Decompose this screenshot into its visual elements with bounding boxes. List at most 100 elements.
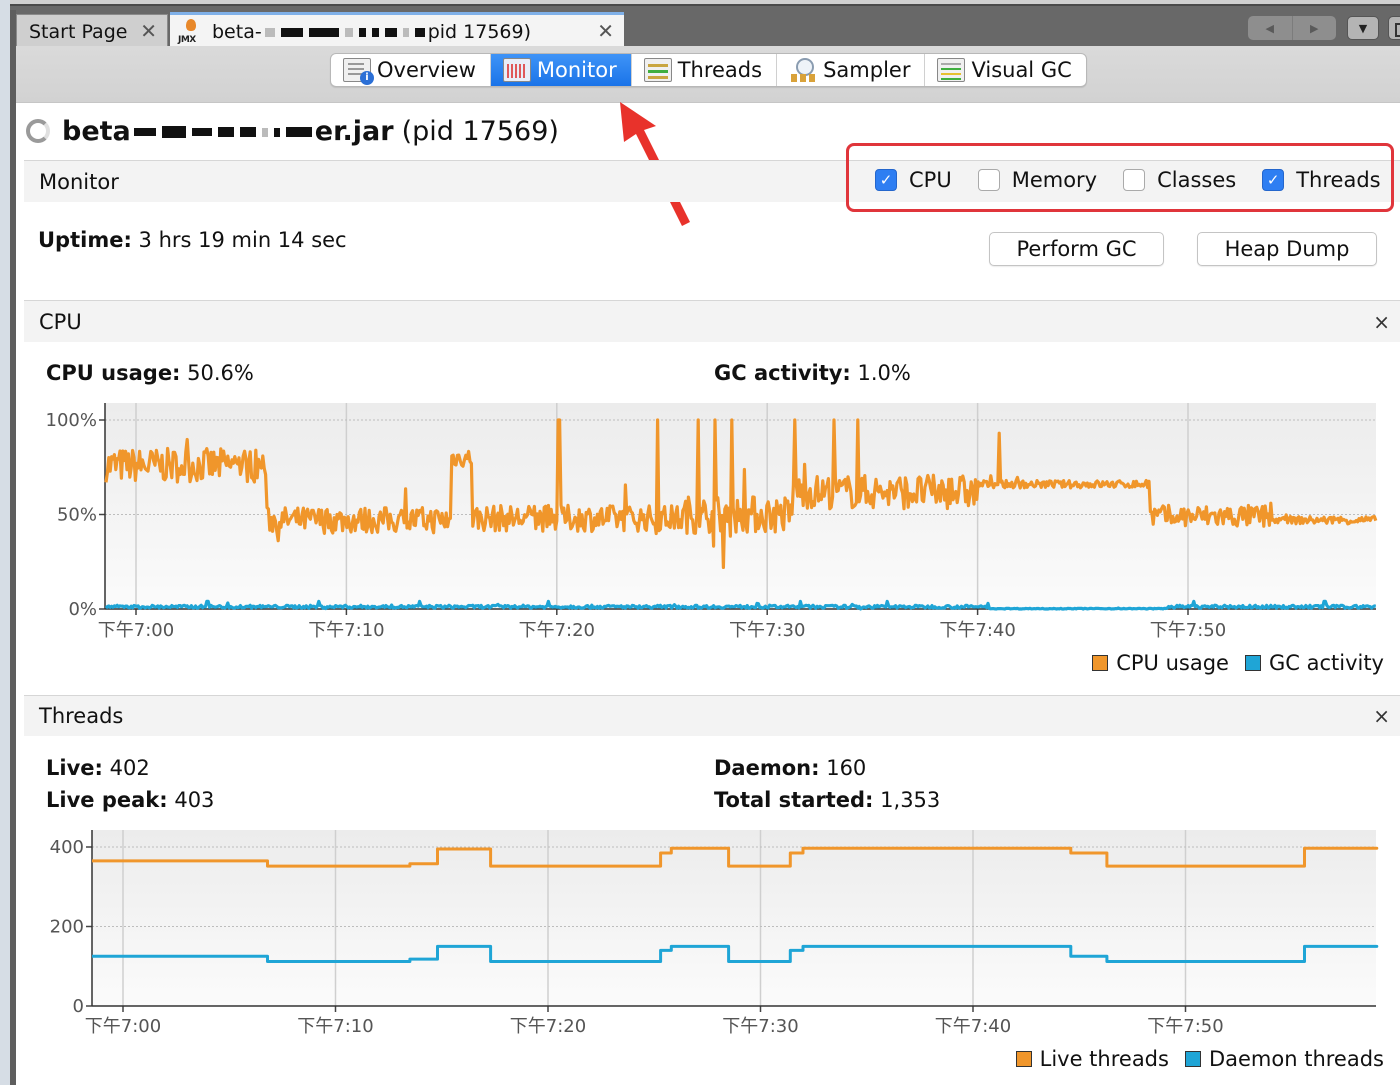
legend-item-cpu-usage: CPU usage xyxy=(1092,651,1229,675)
window-left-border xyxy=(10,10,16,1085)
legend-item-gc-activity: GC activity xyxy=(1244,651,1384,675)
checkbox-checked-icon[interactable]: ✓ xyxy=(1262,169,1285,191)
plot-area xyxy=(105,403,1376,609)
legend-label: Live threads xyxy=(1039,1047,1169,1071)
cpu-usage-stat: CPU usage: 50.6% xyxy=(46,361,254,385)
section-title: Monitor xyxy=(39,169,119,194)
monitor-icon xyxy=(502,58,531,82)
scroll-left-icon[interactable]: ◀ xyxy=(1248,16,1293,40)
view-tab-monitor[interactable]: Monitor xyxy=(490,54,632,86)
checkbox-unchecked-icon[interactable] xyxy=(1123,169,1146,191)
stat-value: 1.0% xyxy=(857,361,911,385)
tab-list-dropdown-icon[interactable]: ▼ xyxy=(1347,16,1379,40)
view-tab-label: Monitor xyxy=(536,58,617,82)
tab-label-suffix: pid 17569) xyxy=(427,20,531,43)
threads-chart-legend: Live threads Daemon threads xyxy=(1000,1047,1384,1071)
checkbox-memory[interactable]: Memory xyxy=(977,168,1098,192)
checkbox-label: Memory xyxy=(1011,168,1098,192)
scroll-right-icon[interactable]: ▶ xyxy=(1293,16,1337,40)
checkbox-unchecked-icon[interactable] xyxy=(977,169,1000,191)
legend-label: CPU usage xyxy=(1116,651,1229,675)
series-line-live-threads xyxy=(92,846,1379,868)
view-tab-label: Threads xyxy=(677,58,763,82)
threads-section-header: Threads × xyxy=(24,695,1400,736)
jmx-application-icon: JMX xyxy=(178,18,204,45)
x-tick-label: 下午7:20 xyxy=(519,620,595,641)
live-threads-stat: Live: 402 xyxy=(46,756,150,780)
legend-swatch xyxy=(1015,1051,1032,1067)
series-line-daemon-threads xyxy=(92,944,1379,963)
uptime-label: Uptime: xyxy=(38,228,132,252)
checkbox-label: Classes xyxy=(1157,168,1237,192)
section-title: CPU xyxy=(39,309,82,334)
view-tab-label: Sampler xyxy=(823,58,911,82)
x-tick-label: 下午7:00 xyxy=(98,620,174,641)
x-tick-label: 下午7:30 xyxy=(729,620,805,641)
total-started-stat: Total started: 1,353 xyxy=(714,788,940,812)
y-tick-label: 400 xyxy=(50,837,84,858)
cpu-section-header: CPU × xyxy=(24,300,1400,342)
checkbox-label: CPU xyxy=(909,168,952,192)
close-threads-section-icon[interactable]: × xyxy=(1373,704,1390,728)
stat-label: GC activity: xyxy=(714,361,851,385)
view-tab-visual-gc[interactable]: Visual GC xyxy=(925,54,1085,86)
perform-gc-button[interactable]: Perform GC xyxy=(989,232,1164,266)
view-tab-label: Visual GC xyxy=(971,58,1072,82)
process-name-prefix: beta xyxy=(62,115,131,147)
x-tick-label: 下午7:10 xyxy=(308,620,384,641)
x-tick-label: 下午7:30 xyxy=(722,1016,798,1037)
stat-label: Daemon: xyxy=(714,756,820,780)
live-peak-stat: Live peak: 403 xyxy=(46,788,214,812)
stat-value: 50.6% xyxy=(187,361,254,385)
stat-value: 1,353 xyxy=(880,788,941,812)
tab-start-page[interactable]: Start Page ✕ xyxy=(16,14,168,48)
monitor-checkboxes: ✓ CPU Memory Classes ✓ Threads xyxy=(875,168,1381,192)
overview-icon xyxy=(343,58,374,85)
stat-label: Live peak: xyxy=(46,788,168,812)
gc-activity-stat: GC activity: 1.0% xyxy=(714,361,911,385)
section-title: Threads xyxy=(39,704,124,728)
series-line-cpu-usage xyxy=(104,418,1378,569)
y-tick-label: 200 xyxy=(50,917,84,938)
cpu-chart-legend: CPU usage GC activity xyxy=(1076,651,1384,675)
view-tab-sampler[interactable]: Sampler xyxy=(777,54,926,86)
heap-dump-button[interactable]: Heap Dump xyxy=(1197,232,1377,266)
checkbox-checked-icon[interactable]: ✓ xyxy=(875,169,897,191)
stat-label: Total started: xyxy=(714,788,874,812)
view-tab-threads[interactable]: Threads xyxy=(632,54,778,86)
view-tab-overview[interactable]: Overview xyxy=(331,54,491,86)
close-icon[interactable]: ✕ xyxy=(597,19,614,43)
tab-application[interactable]: JMX beta- pid 17569) ✕ xyxy=(170,12,624,48)
stat-value: 160 xyxy=(826,756,867,780)
legend-label: Daemon threads xyxy=(1208,1047,1384,1071)
process-name-suffix: er.jar xyxy=(314,115,394,147)
series-line-gc-activity xyxy=(104,599,1377,611)
visual-gc-icon xyxy=(937,58,966,82)
document-tab-bar: Start Page ✕ JMX beta- pid 17569) ✕ ◀ ▶ … xyxy=(10,4,1400,48)
close-icon[interactable]: ✕ xyxy=(140,19,157,43)
view-toolbar: Overview Monitor Threads Sampler Visual … xyxy=(16,46,1400,103)
tab-label-prefix: beta- xyxy=(212,20,262,43)
checkbox-threads[interactable]: ✓ Threads xyxy=(1262,168,1381,192)
view-tab-label: Overview xyxy=(377,58,476,82)
maximize-icon[interactable] xyxy=(1388,16,1400,40)
x-tick-label: 下午7:00 xyxy=(85,1016,161,1037)
y-tick-label: 100% xyxy=(46,410,97,431)
x-tick-label: 下午7:10 xyxy=(297,1016,373,1037)
stat-label: Live: xyxy=(46,756,103,780)
legend-swatch xyxy=(1244,655,1261,671)
view-switcher: Overview Monitor Threads Sampler Visual … xyxy=(330,53,1087,87)
sampler-icon xyxy=(789,58,817,82)
checkbox-cpu[interactable]: ✓ CPU xyxy=(875,168,952,192)
close-cpu-section-icon[interactable]: × xyxy=(1373,310,1390,334)
left-sidebar-edge xyxy=(0,0,10,1085)
process-title: beta er.jar (pid 17569) xyxy=(26,114,559,148)
uptime-value: 3 hrs 19 min 14 sec xyxy=(138,228,347,252)
x-tick-label: 下午7:20 xyxy=(510,1016,586,1037)
checkbox-classes[interactable]: Classes xyxy=(1123,168,1236,192)
stat-value: 403 xyxy=(174,788,215,812)
redacted-text xyxy=(262,21,428,43)
legend-item-daemon-threads: Daemon threads xyxy=(1184,1047,1384,1071)
legend-swatch xyxy=(1184,1051,1201,1067)
checkbox-label: Threads xyxy=(1296,168,1381,192)
